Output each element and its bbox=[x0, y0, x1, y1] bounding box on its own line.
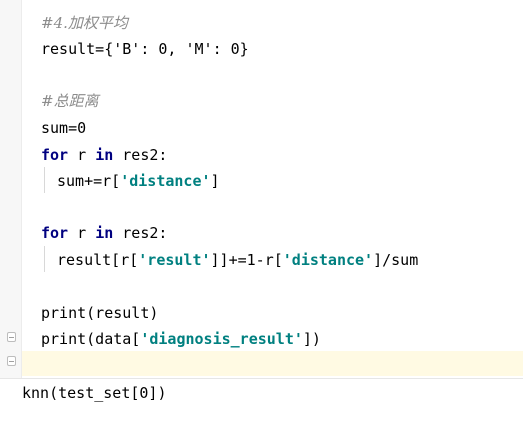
for-keyword: for bbox=[41, 224, 69, 242]
print-data-prefix: print(data[ bbox=[41, 330, 141, 348]
code-line-print-data: print(data['diagnosis_result']) bbox=[41, 328, 321, 350]
diagnosis-string: 'diagnosis_result' bbox=[140, 330, 303, 348]
comment-weighted-average: #4.加权平均 bbox=[41, 14, 128, 32]
fold-marker-icon[interactable] bbox=[7, 332, 16, 342]
code-line-sum-init: sum=0 bbox=[41, 119, 87, 137]
console-input-line[interactable]: knn(test_set[0]) bbox=[22, 381, 167, 405]
result-update-prefix: result[r[ bbox=[57, 251, 139, 269]
indent-guide bbox=[44, 167, 45, 193]
gutter-divider bbox=[21, 0, 22, 378]
console-divider bbox=[0, 378, 523, 379]
loop-variable: r bbox=[68, 224, 96, 242]
comment-total-distance: #总距离 bbox=[41, 92, 99, 110]
code-editor[interactable]: #4.加权平均 result={'B': 0, 'M': 0} #总距离 sum… bbox=[0, 0, 523, 429]
distance-string: 'distance' bbox=[282, 251, 374, 269]
print-data-suffix: ]) bbox=[302, 330, 321, 348]
code-line-sum-update: sum+=r['distance'] bbox=[57, 170, 220, 192]
loop-iterable: res2: bbox=[113, 146, 168, 164]
loop-iterable: res2: bbox=[113, 224, 168, 242]
result-update-mid: ]]+=1-r[ bbox=[210, 251, 283, 269]
for-keyword: for bbox=[41, 146, 69, 164]
close-bracket: ] bbox=[210, 172, 220, 190]
current-line-highlight bbox=[22, 351, 523, 376]
indent-guide bbox=[44, 246, 45, 272]
fold-marker-icon[interactable] bbox=[7, 356, 16, 366]
editor-gutter bbox=[0, 0, 21, 378]
result-string: 'result' bbox=[138, 251, 211, 269]
result-update-suffix: ]/sum bbox=[373, 251, 419, 269]
code-line-for-loop-2: for r in res2: bbox=[41, 222, 167, 244]
sum-update-prefix: sum+=r[ bbox=[57, 172, 121, 190]
loop-variable: r bbox=[68, 146, 96, 164]
in-keyword: in bbox=[95, 224, 114, 242]
code-line-print-result: print(result) bbox=[41, 304, 159, 322]
code-line-result-update: result[r['result']]+=1-r['distance']/sum bbox=[57, 249, 418, 271]
in-keyword: in bbox=[95, 146, 114, 164]
code-line-result-init: result={'B': 0, 'M': 0} bbox=[41, 40, 249, 58]
distance-string: 'distance' bbox=[120, 172, 211, 190]
code-line-for-loop-1: for r in res2: bbox=[41, 144, 167, 166]
